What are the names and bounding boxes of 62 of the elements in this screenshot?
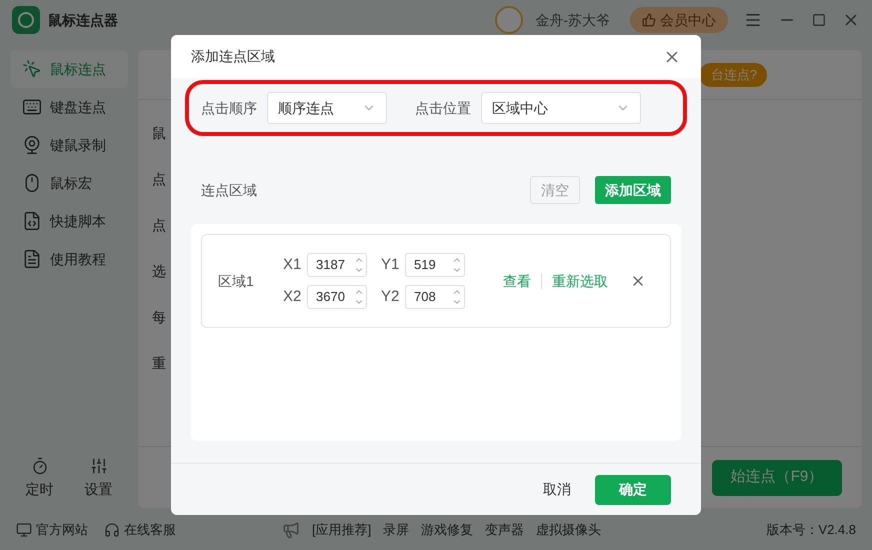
- thumbs-up-icon: [642, 13, 656, 27]
- footer-link[interactable]: 官方网站: [16, 520, 88, 540]
- app-logo-icon: [12, 6, 40, 34]
- area-name: 区域1: [218, 272, 255, 290]
- coordinate-spin-field[interactable]: 3187: [307, 253, 367, 277]
- headset-icon: [104, 522, 120, 538]
- recommended-app-link[interactable]: 游戏修复: [421, 520, 474, 540]
- recommend-label: [应用推荐]: [312, 521, 372, 540]
- reselect-link[interactable]: 重新选取: [552, 270, 608, 292]
- add-area-button[interactable]: 添加区域: [595, 176, 671, 204]
- sidebar-item[interactable]: 键盘连点: [10, 88, 128, 126]
- setting-label: 重: [152, 354, 166, 372]
- position-select[interactable]: 区域中心: [481, 92, 641, 124]
- user-name[interactable]: 金舟-苏大爷: [535, 10, 610, 30]
- sidebar-item[interactable]: 键鼠录制: [10, 126, 128, 164]
- megaphone-icon: [282, 521, 300, 539]
- field-label: 点击位置: [415, 98, 471, 118]
- coordinate-label: X1: [283, 254, 301, 275]
- sidebar-item[interactable]: 鼠标连点: [10, 50, 128, 88]
- recommended-app-link[interactable]: 变声器: [485, 520, 524, 540]
- dialog-title: 添加连点区域: [191, 47, 275, 66]
- setting-label: 鼠: [152, 124, 166, 142]
- coordinate-spin-field[interactable]: 708: [405, 285, 465, 309]
- setting-label: 点: [152, 170, 166, 188]
- coordinate-label: X2: [283, 286, 301, 307]
- coordinate-label: Y1: [381, 254, 399, 275]
- setting-label: 点: [152, 216, 166, 234]
- footer-link[interactable]: 在线客服: [104, 520, 176, 540]
- app-title: 鼠标连点器: [48, 10, 118, 30]
- maximize-icon[interactable]: [812, 13, 826, 27]
- start-clicking-button[interactable]: 始连点（F9）: [712, 460, 842, 496]
- sidebar-item[interactable]: 使用教程: [10, 240, 128, 278]
- cancel-button[interactable]: 取消: [543, 479, 571, 500]
- monitor-icon: [16, 522, 32, 538]
- version-text: 版本号：V2.4.8: [766, 521, 856, 540]
- sliders-icon: [90, 457, 108, 475]
- recommended-app-link[interactable]: 录屏: [383, 520, 410, 540]
- confirm-button[interactable]: 确定: [595, 474, 671, 504]
- code-file-icon: [22, 211, 42, 231]
- coordinate-spin-field[interactable]: 3670: [307, 285, 367, 309]
- coordinate-spin-field[interactable]: 519: [405, 253, 465, 277]
- sidebar-tool-button[interactable]: 定时: [26, 457, 54, 500]
- clear-button[interactable]: 清空: [530, 176, 580, 204]
- sidebar-tool-button[interactable]: 设置: [84, 457, 112, 500]
- menu-icon[interactable]: [744, 11, 762, 29]
- setting-label: 每: [152, 308, 166, 326]
- view-link[interactable]: 查看: [503, 270, 531, 292]
- timer-icon: [30, 457, 48, 475]
- sidebar-item[interactable]: 快捷脚本: [10, 202, 128, 240]
- sidebar-item[interactable]: 鼠标宏: [10, 164, 128, 202]
- webcam-icon: [22, 135, 42, 155]
- avatar-icon[interactable]: [495, 6, 524, 34]
- cursor-click-icon: [22, 59, 42, 79]
- section-label: 连点区域: [201, 180, 258, 200]
- coordinate-label: Y2: [381, 286, 399, 307]
- field-label: 点击顺序: [201, 98, 257, 118]
- recommended-app-link[interactable]: 虚拟摄像头: [536, 520, 602, 540]
- document-icon: [22, 249, 42, 269]
- vip-center-button[interactable]: 会员中心: [630, 7, 728, 33]
- keyboard-icon: [22, 97, 42, 117]
- order-select[interactable]: 顺序连点: [267, 92, 387, 124]
- setting-label: 选: [152, 262, 166, 280]
